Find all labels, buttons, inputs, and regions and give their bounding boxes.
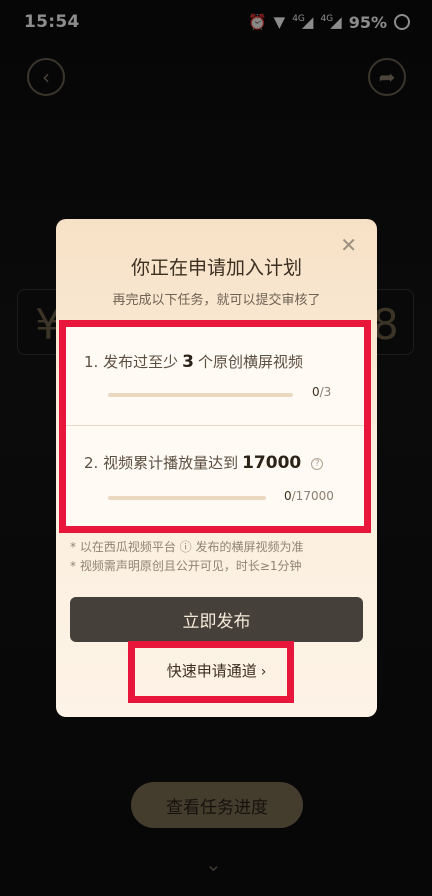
task-item: 2. 视频累计播放量达到 17000? 0/17000 — [64, 425, 369, 531]
task-item: 1. 发布过至少 3 个原创横屏视频 0/3 — [64, 325, 369, 425]
task-description: 2. 视频累计播放量达到 17000? — [84, 452, 324, 473]
task-list: 1. 发布过至少 3 个原创横屏视频 0/3 2. 视频累计播放量达到 17000? … — [64, 325, 369, 531]
note-requirements: * 视频需声明原创且公开可见，时长≥1分钟 — [70, 559, 302, 573]
chevron-right-icon: › — [260, 664, 267, 680]
help-icon[interactable]: ? — [311, 457, 324, 470]
screen: 15:54 ⏰ ▼ 4G◢ 4G◢ 95% ‹ ➦ ¥ 8 查看任务进度 ⌄ ✕… — [0, 0, 432, 896]
task-target: 3 — [182, 352, 194, 372]
task-progress-bar — [108, 393, 293, 397]
note-platform: * 以在西瓜视频平台 ⓘ 发布的横屏视频为准 — [70, 540, 304, 554]
task-progress-text: 0/17000 — [284, 489, 334, 503]
task-progress-text: 0/3 — [312, 385, 332, 399]
task-progress-bar — [108, 496, 266, 500]
quick-apply-link[interactable]: 快速申请通道 › — [56, 660, 377, 681]
modal-title: 你正在申请加入计划 — [130, 257, 302, 279]
apply-plan-modal: ✕ 你正在申请加入计划 再完成以下任务，就可以提交审核了 1. 发布过至少 3 个原… — [56, 219, 377, 717]
publish-now-button[interactable]: 立即发布 — [70, 597, 363, 642]
task-description: 1. 发布过至少 3 个原创横屏视频 — [84, 352, 303, 372]
modal-subtitle: 再完成以下任务，就可以提交审核了 — [112, 293, 321, 308]
task-target: 17000 — [242, 453, 302, 473]
